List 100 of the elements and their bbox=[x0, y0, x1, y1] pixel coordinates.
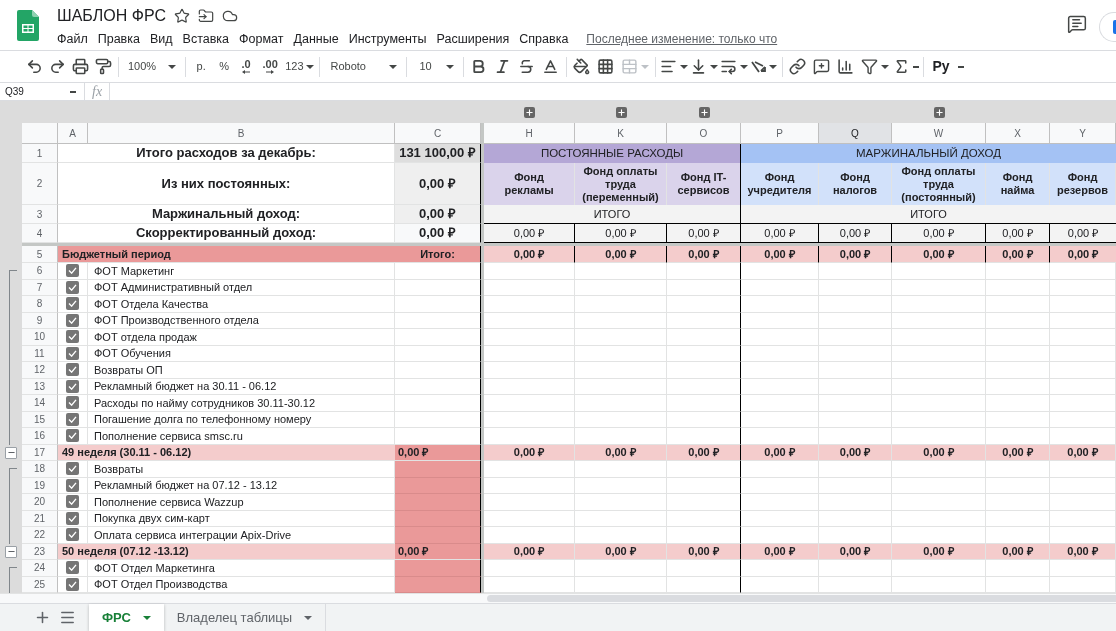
cloud-icon[interactable] bbox=[222, 8, 238, 24]
row-number[interactable]: 5 bbox=[22, 246, 58, 263]
menu-item[interactable]: Вставка bbox=[182, 29, 230, 49]
menu-item[interactable]: Правка bbox=[97, 29, 140, 49]
strikethrough-icon[interactable] bbox=[518, 58, 535, 75]
checkbox[interactable] bbox=[66, 346, 79, 360]
italic-icon[interactable] bbox=[494, 58, 511, 75]
caret-icon[interactable] bbox=[168, 64, 177, 69]
checkbox[interactable] bbox=[66, 561, 79, 575]
zoom-select[interactable]: 100% bbox=[122, 58, 183, 75]
undo-icon[interactable] bbox=[26, 58, 43, 75]
row-number[interactable]: 12 bbox=[22, 362, 58, 379]
increase-decimals-button[interactable]: .00 bbox=[257, 59, 284, 74]
checkbox[interactable] bbox=[66, 396, 79, 410]
caret-icon[interactable] bbox=[304, 615, 313, 620]
sheet-tab[interactable]: Владелец таблицы bbox=[163, 604, 327, 631]
bold-icon[interactable] bbox=[470, 58, 487, 75]
sheet-tab[interactable]: ФРС bbox=[89, 604, 164, 631]
row-number[interactable]: 3 bbox=[22, 205, 58, 224]
row-number[interactable]: 20 bbox=[22, 494, 58, 511]
menu-item[interactable]: Инструменты bbox=[348, 29, 427, 49]
row-number[interactable]: 8 bbox=[22, 296, 58, 313]
font-select[interactable]: Roboto bbox=[322, 58, 403, 75]
menu-item[interactable]: Формат bbox=[239, 29, 284, 49]
last-edit-link[interactable]: Последнее изменение: только что bbox=[586, 30, 778, 48]
dropdown-dash-icon[interactable] bbox=[912, 65, 919, 68]
row-number[interactable]: 14 bbox=[22, 395, 58, 412]
caret-icon[interactable] bbox=[679, 64, 688, 69]
column-header[interactable]: W bbox=[892, 123, 986, 144]
redo-icon[interactable] bbox=[49, 58, 66, 75]
row-number[interactable]: 6 bbox=[22, 263, 58, 280]
column-header[interactable]: O bbox=[667, 123, 741, 144]
checkbox[interactable] bbox=[66, 429, 79, 443]
column-header[interactable]: P bbox=[741, 123, 819, 144]
row-number[interactable]: 18 bbox=[22, 461, 58, 478]
caret-icon[interactable] bbox=[305, 64, 314, 69]
row-number[interactable]: 4 bbox=[22, 224, 58, 243]
checkbox[interactable] bbox=[66, 478, 79, 492]
dropdown-dash-icon[interactable] bbox=[957, 65, 964, 68]
align-left-icon[interactable] bbox=[659, 58, 677, 75]
caret-icon[interactable] bbox=[880, 64, 889, 69]
column-header[interactable]: H bbox=[484, 123, 575, 144]
column-header[interactable]: B bbox=[88, 123, 395, 144]
filter-icon[interactable] bbox=[860, 58, 878, 75]
menu-item[interactable]: Расширения bbox=[436, 29, 510, 49]
expand-group-button[interactable] bbox=[698, 106, 710, 118]
font-size-select[interactable]: 10 bbox=[409, 58, 460, 75]
expand-group-button[interactable] bbox=[615, 106, 627, 118]
row-number[interactable]: 1 bbox=[22, 144, 58, 163]
paint-bucket-icon[interactable] bbox=[573, 58, 590, 75]
star-icon[interactable] bbox=[174, 8, 190, 24]
checkbox[interactable] bbox=[66, 412, 79, 426]
column-header[interactable]: Y bbox=[1050, 123, 1116, 144]
link-icon[interactable] bbox=[789, 58, 806, 75]
all-sheets-icon[interactable] bbox=[59, 609, 76, 626]
column-header[interactable]: K bbox=[575, 123, 667, 144]
checkbox[interactable] bbox=[66, 462, 79, 476]
collapse-button[interactable] bbox=[5, 446, 17, 459]
folder-icon[interactable] bbox=[198, 8, 214, 24]
checkbox[interactable] bbox=[66, 313, 79, 327]
caret-icon[interactable] bbox=[709, 64, 718, 69]
row-number[interactable]: 16 bbox=[22, 428, 58, 445]
caret-icon[interactable] bbox=[769, 64, 777, 69]
caret-icon[interactable] bbox=[388, 64, 397, 69]
menu-item[interactable]: Файл bbox=[57, 29, 88, 49]
column-header[interactable]: C bbox=[395, 123, 481, 144]
checkbox[interactable] bbox=[66, 511, 79, 525]
row-number[interactable]: 2 bbox=[22, 163, 58, 205]
checkbox[interactable] bbox=[66, 495, 79, 509]
menu-item[interactable]: Справка bbox=[519, 29, 569, 49]
caret-icon[interactable] bbox=[445, 64, 454, 69]
caret-icon[interactable] bbox=[142, 615, 151, 620]
column-header[interactable]: X bbox=[986, 123, 1050, 144]
row-number[interactable]: 22 bbox=[22, 527, 58, 544]
caret-icon[interactable] bbox=[739, 64, 748, 69]
number-format-select[interactable]: 123 bbox=[283, 58, 316, 75]
expand-group-button[interactable] bbox=[524, 106, 535, 118]
dropdown-dash-icon[interactable] bbox=[70, 90, 76, 93]
horizontal-scrollbar[interactable] bbox=[487, 595, 1116, 602]
comment-icon[interactable] bbox=[1067, 14, 1087, 34]
currency-format-button[interactable]: р. bbox=[189, 58, 214, 75]
menu-item[interactable]: Данные bbox=[293, 29, 339, 49]
checkbox[interactable] bbox=[66, 528, 79, 542]
column-header[interactable]: Q bbox=[819, 123, 892, 144]
checkbox[interactable] bbox=[66, 379, 79, 393]
add-sheet-icon[interactable] bbox=[34, 609, 51, 626]
borders-icon[interactable] bbox=[597, 58, 614, 75]
document-title[interactable]: ШАБЛОН ФРС bbox=[57, 5, 166, 27]
merge-cells-icon[interactable] bbox=[620, 58, 638, 75]
wrap-text-icon[interactable] bbox=[719, 58, 737, 75]
row-number[interactable]: 24 bbox=[22, 560, 58, 577]
menu-item[interactable]: Вид bbox=[149, 29, 173, 49]
paint-roller-icon[interactable] bbox=[95, 58, 112, 75]
checkbox[interactable] bbox=[66, 330, 79, 344]
chart-icon[interactable] bbox=[837, 58, 854, 75]
checkbox[interactable] bbox=[66, 297, 79, 311]
print-icon[interactable] bbox=[72, 58, 89, 75]
text-rotation-icon[interactable] bbox=[750, 58, 766, 75]
name-box[interactable]: Q39 bbox=[0, 83, 85, 100]
checkbox[interactable] bbox=[66, 363, 79, 377]
